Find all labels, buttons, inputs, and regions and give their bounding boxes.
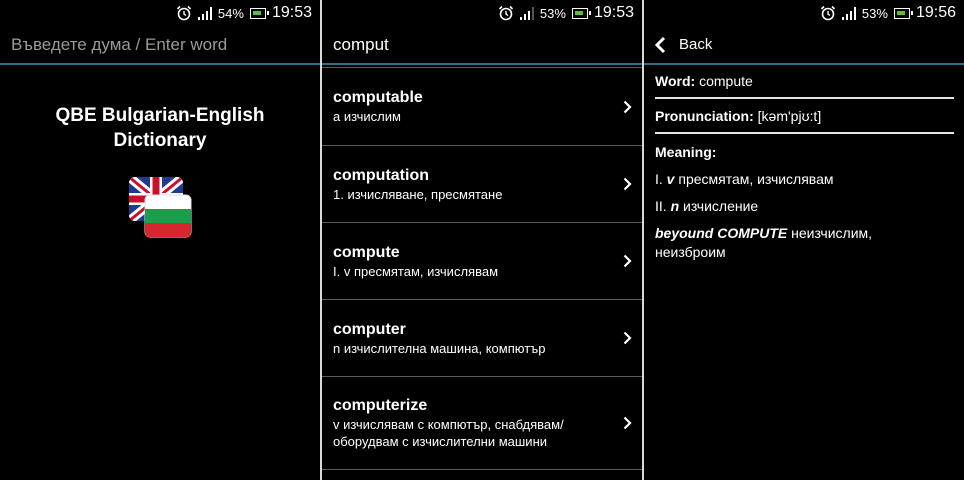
alarm-clock-icon — [820, 5, 835, 21]
results-screen: 53% 19:53 comput computable a изчислим c… — [322, 0, 642, 480]
chevron-right-icon — [623, 254, 632, 268]
meaning-1: I. v пресмятам, изчислявам — [655, 170, 954, 189]
entry-translation: a изчислим — [333, 109, 401, 124]
entry-word: computer — [333, 320, 406, 338]
pronunciation-row: Pronunciation: [kəm'pjʊ:t] — [655, 108, 954, 132]
entry-word: compute — [333, 243, 400, 261]
meaning-1-text: пресмятам, изчислявам — [678, 171, 834, 187]
back-arrow-icon[interactable] — [653, 36, 667, 54]
entry-translation: n изчислителна машина, компютър — [333, 340, 546, 356]
clock-time: 19:53 — [593, 4, 634, 21]
signal-icon — [519, 6, 534, 20]
back-button[interactable]: Back — [679, 36, 712, 53]
chevron-right-icon — [623, 416, 632, 430]
meaning-label: Meaning: — [655, 144, 717, 160]
word-value: compute — [699, 73, 753, 89]
screens-strip: 54% 19:53 Въведете дума / Enter word QBE… — [0, 0, 964, 480]
battery-icon — [571, 7, 591, 19]
phrase-text-line1: неизчислим, — [791, 225, 873, 241]
app-title: QBE Bulgarian-English Dictionary — [0, 103, 320, 153]
battery-percent: 54% — [217, 5, 244, 21]
meaning-1-number: I. — [655, 171, 663, 187]
meaning-2: II. n изчисление — [655, 197, 954, 216]
meaning-2-text: изчисление — [683, 198, 759, 214]
entry-translation-line1: v изчислявам с компютър, снабдявам/ — [333, 417, 564, 432]
meaning-2-pos: n — [670, 198, 680, 214]
list-item[interactable]: computer n изчислителна машина, компютър — [322, 300, 642, 377]
home-screen: 54% 19:53 Въведете дума / Enter word QBE… — [0, 0, 320, 480]
status-bar: 54% 19:53 — [0, 0, 320, 26]
battery-icon — [893, 7, 913, 19]
entry-word: computation — [333, 166, 429, 184]
clock-time: 19:56 — [915, 4, 956, 21]
results-list: computable a изчислим computation 1. изч… — [322, 67, 642, 470]
list-item[interactable]: computation 1. изчисляване, пресмятане — [322, 146, 642, 223]
detail-screen: 53% 19:56 Back Word: compute Pronunciati… — [644, 0, 964, 480]
battery-icon — [249, 7, 269, 19]
status-bar: 53% 19:56 — [644, 0, 964, 26]
chevron-right-icon — [623, 331, 632, 345]
entry-translation-line2: оборудвам с изчислителни машини — [333, 434, 548, 449]
app-title-line1: QBE Bulgarian-English — [55, 105, 265, 126]
uk-bulgaria-flag-logo — [129, 177, 192, 238]
meaning-section: Meaning: I. v пресмятам, изчислявам II. … — [655, 143, 954, 262]
chevron-right-icon — [623, 177, 632, 191]
phrase: beyound COMPUTE неизчислим, неизброим — [655, 224, 954, 262]
search-bar[interactable]: comput — [322, 26, 642, 65]
entry-translation: 1. изчисляване, пресмятане — [333, 186, 503, 202]
list-item[interactable]: compute I. v пресмятам, изчислявам — [322, 223, 642, 300]
phrase-text-line2: неизброим — [655, 244, 726, 260]
search-input[interactable]: Въведете дума / Enter word — [11, 35, 227, 55]
pronunciation-label: Pronunciation: — [655, 108, 754, 124]
entry-word: computable — [333, 89, 423, 106]
word-row: Word: compute — [655, 73, 954, 97]
back-bar[interactable]: Back — [644, 26, 964, 65]
alarm-clock-icon — [498, 5, 513, 21]
pronunciation-value: [kəm'pjʊ:t] — [757, 108, 822, 124]
separator — [655, 132, 954, 134]
entry-detail: Word: compute Pronunciation: [kəm'pjʊ:t]… — [644, 65, 964, 262]
search-input[interactable]: comput — [333, 35, 389, 55]
entry-word: computerize — [333, 397, 428, 414]
app-title-line2: Dictionary — [113, 130, 207, 151]
word-label: Word: — [655, 73, 696, 89]
status-bar: 53% 19:53 — [322, 0, 642, 26]
list-item[interactable]: computable a изчислим — [322, 68, 642, 146]
chevron-right-icon — [623, 100, 632, 113]
meaning-2-number: II. — [655, 198, 667, 214]
search-bar[interactable]: Въведете дума / Enter word — [0, 26, 320, 65]
clock-time: 19:53 — [271, 4, 312, 21]
battery-percent: 53% — [539, 5, 566, 21]
meaning-1-pos: v — [666, 171, 675, 187]
separator — [655, 97, 954, 99]
signal-icon — [197, 6, 212, 20]
entry-translation: I. v пресмятам, изчислявам — [333, 263, 499, 279]
battery-percent: 53% — [861, 5, 888, 21]
list-item[interactable]: computerize v изчислявам с компютър, сна… — [322, 377, 642, 470]
phrase-term: beyound COMPUTE — [655, 225, 788, 241]
signal-icon — [841, 6, 856, 20]
alarm-clock-icon — [176, 5, 191, 21]
